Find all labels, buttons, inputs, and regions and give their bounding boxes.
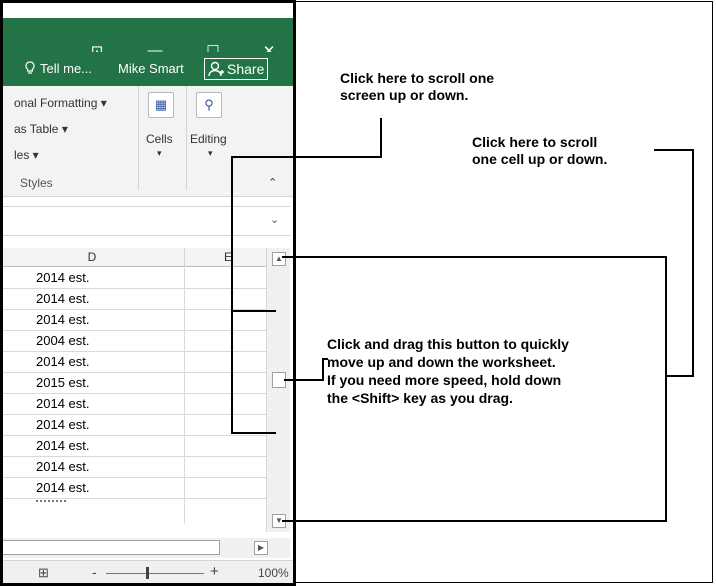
column-header-e[interactable]: E <box>185 248 266 266</box>
partial-row <box>36 500 66 510</box>
leader-line <box>322 358 324 381</box>
table-row[interactable]: 2014 est. <box>0 268 266 289</box>
table-row[interactable]: 2015 est. <box>0 373 266 394</box>
zoom-in-button[interactable]: + <box>210 563 219 580</box>
scroll-right-arrow-icon[interactable]: ▶ <box>254 541 268 555</box>
leader-line <box>282 520 667 522</box>
table-row[interactable]: 2014 est. <box>0 478 266 499</box>
editing-button-label[interactable]: Editing <box>190 132 227 146</box>
cells-dropdown-icon[interactable]: ▾ <box>157 148 162 159</box>
zoom-out-button[interactable]: - <box>92 564 97 580</box>
table-row[interactable]: 2014 est. <box>0 352 266 373</box>
zoom-slider-handle[interactable] <box>146 567 149 579</box>
table-row[interactable]: 2014 est. <box>0 289 266 310</box>
leader-line <box>231 432 276 434</box>
leader-line <box>380 118 382 158</box>
leader-line <box>654 149 694 151</box>
leader-line <box>284 379 324 381</box>
leader-line <box>282 256 667 258</box>
zoom-level[interactable]: 100% <box>258 566 289 580</box>
leader-line <box>665 375 694 377</box>
callout-scroll-screen: Click here to scroll one screen up or do… <box>340 70 495 103</box>
status-bar: ⊞ - + 100% <box>0 560 296 586</box>
leader-line <box>665 256 667 522</box>
styles-group-label: Styles <box>20 176 53 190</box>
column-header-d[interactable]: D <box>0 248 185 266</box>
callout-drag-thumb: Click and drag this button to quickly mo… <box>327 336 569 406</box>
user-name[interactable]: Mike Smart <box>118 61 184 76</box>
formula-bar[interactable]: ⌄ <box>0 206 290 236</box>
horizontal-scrollbar[interactable]: ▶ <box>0 538 290 558</box>
tell-me-box[interactable]: Tell me... <box>40 61 92 76</box>
ribbon-divider <box>138 86 139 190</box>
table-row[interactable]: 2014 est. <box>0 310 266 331</box>
table-row[interactable]: 2014 est. <box>0 394 266 415</box>
ribbon-divider <box>186 86 187 190</box>
format-as-table-button[interactable]: as Table ▾ <box>14 122 68 136</box>
table-row[interactable]: 2014 est. <box>0 415 266 436</box>
ribbon: onal Formatting ▾ as Table ▾ les ▾ Style… <box>0 86 296 197</box>
editing-dropdown-icon[interactable]: ▾ <box>208 148 213 159</box>
cells-button-label[interactable]: Cells <box>146 132 173 146</box>
share-label: Share <box>227 61 265 77</box>
collapse-ribbon-icon[interactable]: ⌃ <box>268 176 277 189</box>
leader-line <box>231 310 276 312</box>
leader-line <box>231 156 233 434</box>
zoom-slider[interactable] <box>106 573 204 574</box>
table-row[interactable]: 2014 est. <box>0 436 266 457</box>
leader-line <box>692 149 694 376</box>
leader-line <box>231 156 382 158</box>
page-layout-view-icon[interactable]: ⊞ <box>38 565 49 581</box>
leader-line <box>322 358 328 360</box>
cells-icon[interactable]: ▦ <box>148 92 174 118</box>
vertical-scrollbar[interactable]: ▲ ▼ <box>266 248 290 532</box>
horizontal-scroll-thumb[interactable] <box>0 540 220 555</box>
search-icon[interactable]: ⚲ <box>196 92 222 118</box>
share-icon <box>208 60 224 81</box>
conditional-formatting-button[interactable]: onal Formatting ▾ <box>14 96 107 110</box>
expand-formula-bar-icon[interactable]: ⌄ <box>270 213 279 226</box>
cell-styles-button[interactable]: les ▾ <box>14 148 39 162</box>
column-headers: D E <box>0 248 266 267</box>
table-row[interactable]: 2014 est. <box>0 457 266 478</box>
table-row[interactable]: 2004 est. <box>0 331 266 352</box>
title-bar: ⊡ — ☐ ✕ <box>0 18 296 60</box>
lightbulb-icon <box>24 61 36 78</box>
tell-me-row: Tell me... Mike Smart Share <box>0 52 296 86</box>
excel-window: ⊡ — ☐ ✕ Tell me... Mike Smart Share onal… <box>0 0 296 586</box>
scroll-up-arrow-icon[interactable]: ▲ <box>272 252 286 266</box>
share-button[interactable]: Share <box>204 58 268 80</box>
callout-scroll-cell: Click here to scroll one cell up or down… <box>472 134 608 167</box>
